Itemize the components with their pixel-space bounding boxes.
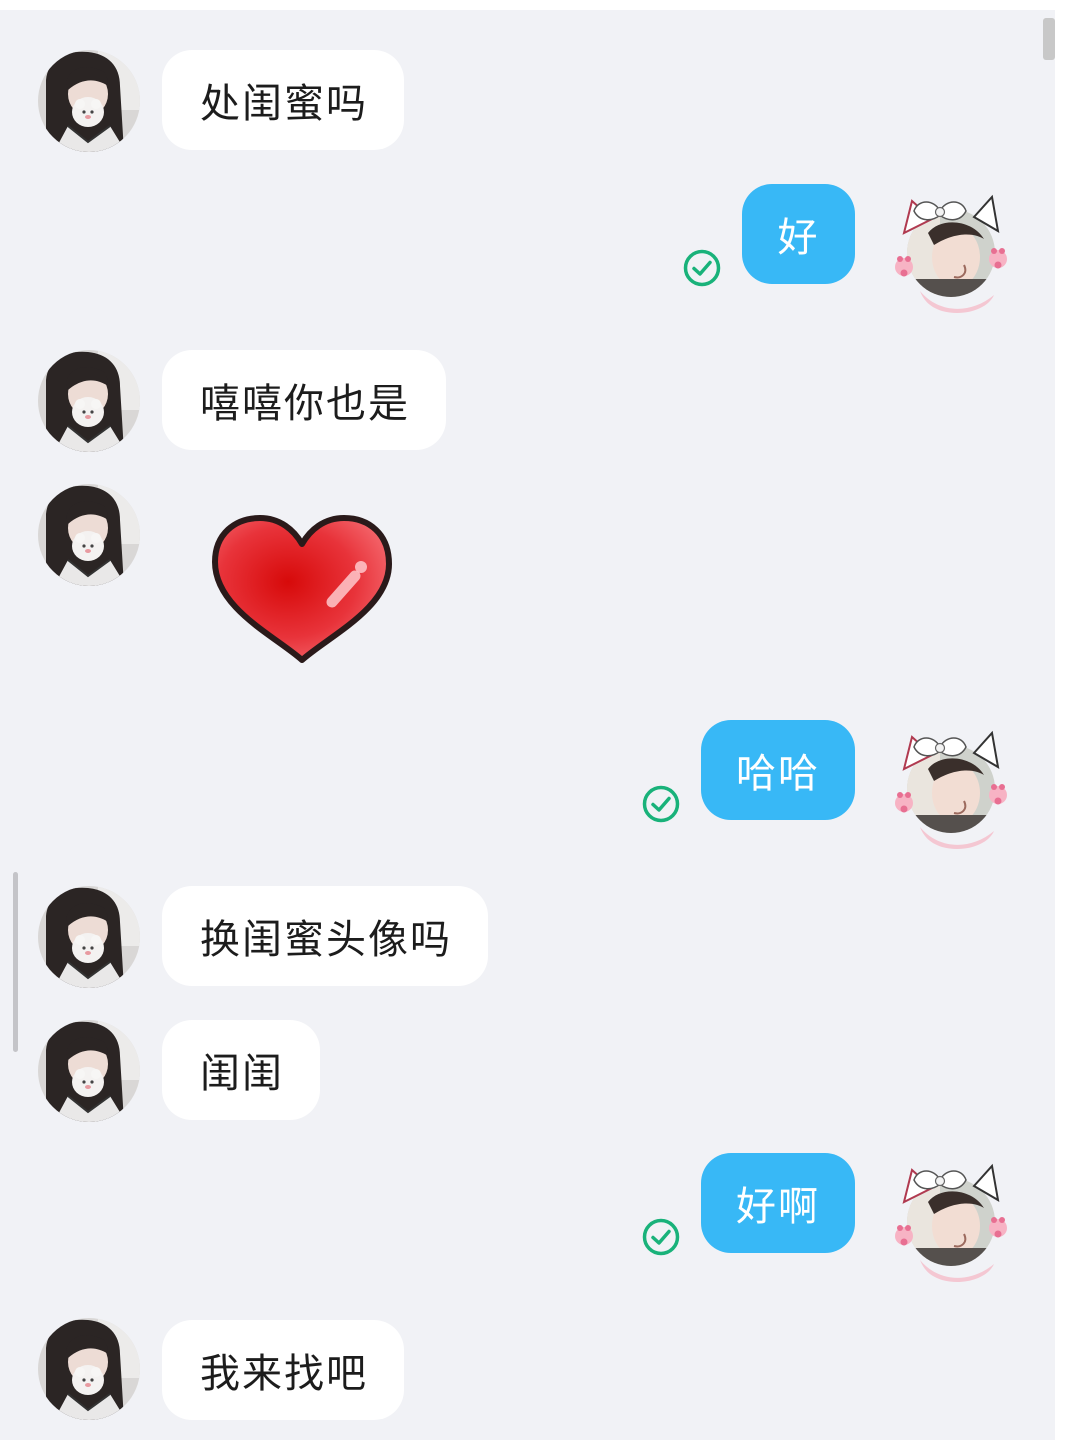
message-bubble-incoming[interactable]: 嘻嘻你也是 [162,350,446,450]
read-check-icon [683,249,721,287]
contact-avatar[interactable] [38,1020,140,1122]
girl-with-plush-avatar [38,1318,140,1420]
my-avatar[interactable] [890,1152,1012,1284]
girl-with-plush-avatar [38,50,140,152]
message-bubble-incoming[interactable]: 处闺蜜吗 [162,50,404,150]
contact-avatar[interactable] [38,50,140,152]
contact-avatar[interactable] [38,350,140,452]
girl-with-plush-avatar [38,484,140,586]
contact-avatar[interactable] [38,886,140,988]
cat-ear-girl-avatar [895,194,1007,314]
scrollbar-track [1055,0,1080,1440]
cat-ear-girl-avatar [895,1163,1007,1283]
message-bubble-incoming[interactable]: 闺闺 [162,1020,320,1120]
message-bubble-incoming[interactable]: 换闺蜜头像吗 [162,886,488,986]
read-check-icon [642,785,680,823]
message-bubble-outgoing[interactable]: 哈哈 [701,720,855,820]
contact-avatar[interactable] [38,1318,140,1420]
fast-scroll-indicator[interactable] [13,872,18,1052]
contact-avatar[interactable] [38,484,140,586]
my-avatar[interactable] [890,183,1012,315]
message-bubble-outgoing[interactable]: 好 [742,184,855,284]
read-check-icon [642,1218,680,1256]
cat-ear-girl-avatar [895,730,1007,850]
girl-with-plush-avatar [38,886,140,988]
girl-with-plush-avatar [38,1020,140,1122]
red-heart-icon[interactable] [205,510,400,670]
girl-with-plush-avatar [38,350,140,452]
message-bubble-outgoing[interactable]: 好啊 [701,1153,855,1253]
status-bar-edge [0,0,1080,10]
my-avatar[interactable] [890,719,1012,851]
scrollbar-thumb[interactable] [1043,18,1055,60]
message-bubble-incoming[interactable]: 我来找吧 [162,1320,404,1420]
